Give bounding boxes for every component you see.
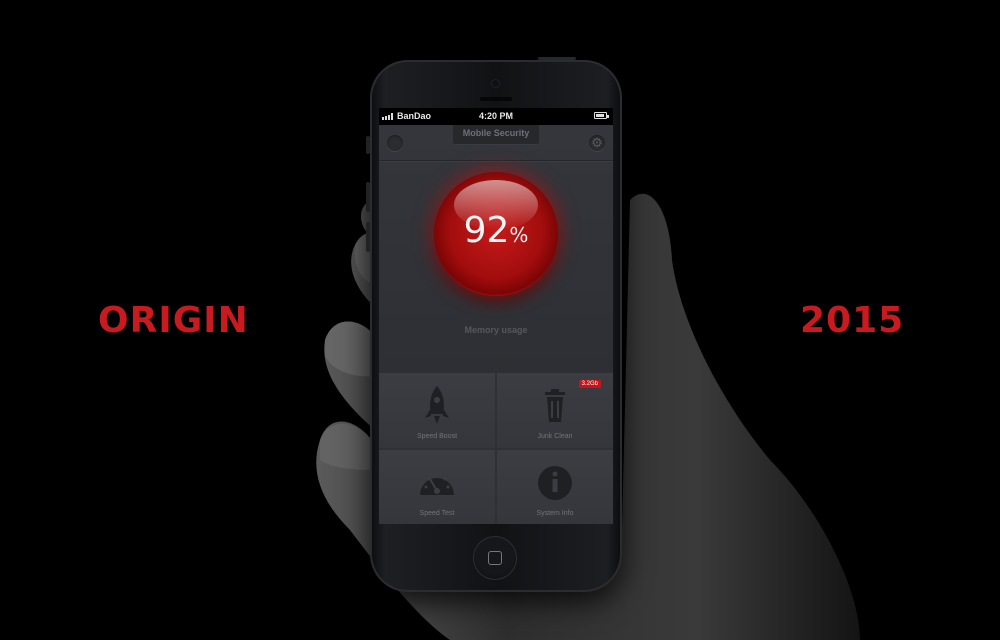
settings-gear-icon[interactable]: ⚙ bbox=[589, 135, 605, 151]
system-info-tile[interactable]: System Info bbox=[497, 450, 613, 524]
volume-down-button bbox=[366, 222, 370, 252]
header-divider bbox=[379, 160, 613, 161]
junk-clean-tile[interactable]: 3.2Gb Junk Clean bbox=[497, 373, 613, 448]
app-title: Mobile Security bbox=[453, 125, 539, 144]
junk-size-badge: 3.2Gb bbox=[578, 380, 601, 388]
tile-label: Speed Boost bbox=[416, 433, 458, 440]
battery-icon bbox=[594, 112, 609, 119]
tile-label: System Info bbox=[536, 510, 574, 517]
origin-text: ORIGIN bbox=[98, 300, 249, 341]
status-time: 4:20 PM bbox=[478, 111, 513, 121]
front-camera bbox=[491, 79, 500, 88]
rocket-icon bbox=[425, 386, 449, 424]
app-dashboard: Mobile Security ⚙ 92% Memory usage bbox=[379, 125, 613, 373]
earpiece-speaker bbox=[480, 97, 512, 101]
memory-gauge-button[interactable]: 92% bbox=[434, 172, 558, 296]
menu-button[interactable] bbox=[387, 135, 403, 151]
phone-screen: BanDao 4:20 PM Mobile Security ⚙ 92% Mem… bbox=[379, 108, 613, 524]
speed-boost-tile[interactable]: Speed Boost bbox=[379, 373, 495, 448]
trash-icon bbox=[545, 389, 565, 422]
memory-usage-label: Memory usage bbox=[464, 325, 528, 335]
speedometer-icon bbox=[420, 473, 454, 495]
home-button[interactable] bbox=[473, 536, 517, 580]
memory-percent: 92% bbox=[463, 210, 529, 251]
mute-switch bbox=[366, 136, 370, 154]
speed-test-tile[interactable]: Speed Test bbox=[379, 450, 495, 524]
power-button bbox=[538, 57, 576, 60]
info-icon bbox=[538, 466, 572, 500]
tile-label: Speed Test bbox=[419, 510, 455, 517]
tile-label: Junk Clean bbox=[537, 433, 573, 440]
feature-grid: Speed Boost 3.2Gb Junk Clean Speed Test … bbox=[379, 373, 613, 524]
status-bar: BanDao 4:20 PM bbox=[379, 108, 613, 125]
volume-up-button bbox=[366, 182, 370, 212]
